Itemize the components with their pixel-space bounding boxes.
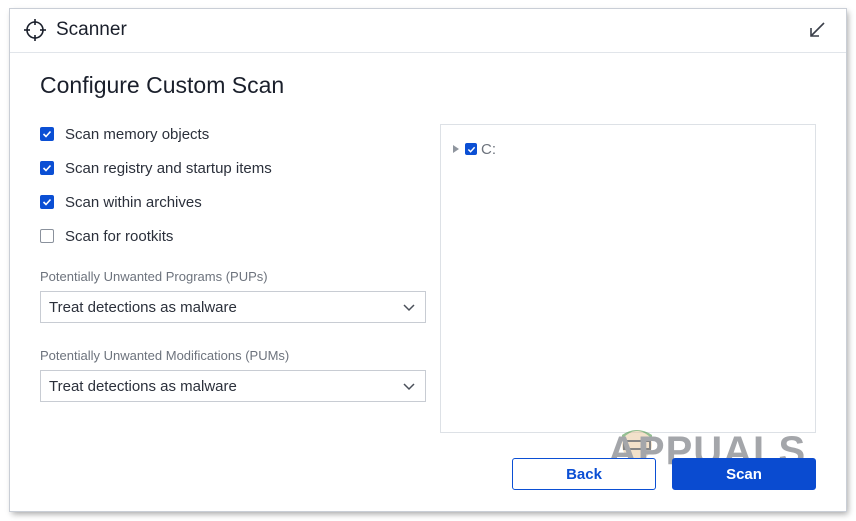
app-title: Scanner xyxy=(56,19,127,40)
title-bar: Scanner xyxy=(10,9,846,53)
checkbox-checked-icon[interactable] xyxy=(40,127,54,141)
option-label: Scan for rootkits xyxy=(65,227,174,245)
tree-item-c-drive[interactable]: C: xyxy=(451,140,496,158)
pums-label: Potentially Unwanted Modifications (PUMs… xyxy=(40,348,290,363)
collapse-arrow-icon[interactable] xyxy=(807,20,827,40)
pups-value: Treat detections as malware xyxy=(49,298,237,316)
chevron-down-icon xyxy=(403,383,415,391)
pums-select[interactable]: Treat detections as malware xyxy=(40,370,426,402)
crosshair-icon xyxy=(24,19,46,41)
option-scan-archives[interactable]: Scan within archives xyxy=(40,191,202,213)
option-label: Scan within archives xyxy=(65,193,202,211)
option-scan-memory[interactable]: Scan memory objects xyxy=(40,123,209,145)
page-title: Configure Custom Scan xyxy=(40,72,285,98)
pups-label: Potentially Unwanted Programs (PUPs) xyxy=(40,269,268,284)
scan-button[interactable]: Scan xyxy=(672,458,816,490)
drive-label: C: xyxy=(481,140,496,158)
scanner-window: Scanner Configure Custom Scan Scan memor… xyxy=(10,9,846,511)
drive-tree-panel: C: xyxy=(440,124,816,433)
back-button[interactable]: Back xyxy=(512,458,656,490)
option-scan-registry[interactable]: Scan registry and startup items xyxy=(40,157,272,179)
option-label: Scan registry and startup items xyxy=(65,159,272,177)
option-label: Scan memory objects xyxy=(65,125,210,143)
checkbox-checked-icon[interactable] xyxy=(40,161,54,175)
pups-select[interactable]: Treat detections as malware xyxy=(40,291,426,323)
option-scan-rootkits[interactable]: Scan for rootkits xyxy=(40,225,173,247)
chevron-down-icon xyxy=(403,304,415,312)
pums-value: Treat detections as malware xyxy=(49,377,237,395)
checkbox-checked-icon[interactable] xyxy=(40,195,54,209)
expand-arrow-icon[interactable] xyxy=(451,144,461,154)
checkbox-checked-icon[interactable] xyxy=(465,143,477,155)
checkbox-unchecked-icon[interactable] xyxy=(40,229,54,243)
